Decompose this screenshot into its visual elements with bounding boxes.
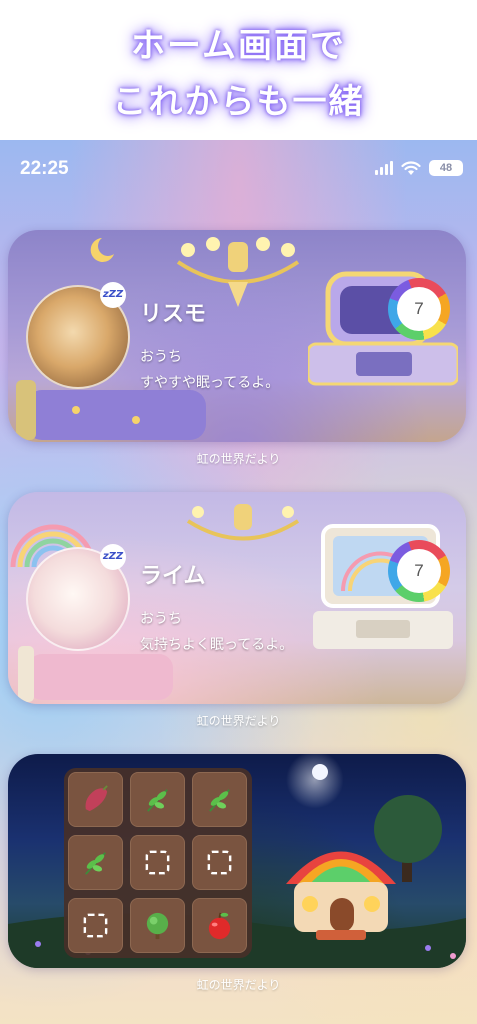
pet-status: すやすや眠ってるよ。 — [140, 375, 280, 391]
inventory-slot[interactable] — [68, 898, 123, 953]
empty-slot-icon — [83, 913, 108, 938]
status-time: 22:25 — [20, 158, 69, 179]
widget-caption: 虹の世界だより — [196, 978, 281, 992]
moon-icon — [312, 764, 328, 780]
widget-caption: 虹の世界だより — [196, 714, 281, 728]
home-screen: 22:25 48 zZZ リスモ おうち すやすや眠ってるよ。 7 虹の世界だよ… — [0, 140, 477, 1024]
pet-location: おうち — [140, 349, 182, 365]
leaf-icon — [85, 852, 106, 875]
inventory-slot[interactable] — [68, 772, 123, 827]
battery-indicator: 48 — [429, 160, 463, 176]
inventory-slot[interactable] — [130, 898, 185, 953]
pet-widget-1[interactable]: zZZ リスモ おうち すやすや眠ってるよ。 7 — [8, 230, 466, 442]
status-indicators: 48 — [375, 160, 463, 176]
apple-icon — [208, 912, 231, 940]
inventory-slot[interactable] — [68, 835, 123, 890]
level-value: 7 — [397, 287, 441, 331]
inventory-slot[interactable] — [130, 835, 185, 890]
promo-title-line-2: これからも一緒 — [112, 82, 365, 122]
inventory-widget[interactable] — [8, 754, 466, 968]
sleeping-badge-icon: zZZ — [100, 282, 126, 308]
pet-widget-2[interactable]: zZZ ライム おうち 気持ちよく眠ってるよ。 7 — [8, 492, 466, 704]
promo-title-line-1: ホーム画面で — [131, 26, 346, 66]
wifi-icon — [401, 160, 421, 175]
leaf-icon — [209, 789, 230, 812]
tree-icon — [146, 912, 169, 940]
inventory-slot[interactable] — [192, 772, 247, 827]
rainbow-house-icon — [286, 851, 396, 940]
moon-icon — [90, 238, 114, 262]
level-value: 7 — [397, 549, 441, 593]
inventory-slot[interactable] — [192, 898, 247, 953]
inventory-grid — [64, 768, 252, 958]
pet-status: 気持ちよく眠ってるよ。 — [140, 637, 294, 653]
empty-slot-icon — [207, 850, 232, 875]
sleeping-badge-icon: zZZ — [100, 544, 126, 570]
empty-slot-icon — [145, 850, 170, 875]
pet-location: おうち — [140, 611, 182, 627]
leaf-icon — [147, 789, 168, 812]
widget-caption: 虹の世界だより — [196, 452, 281, 466]
pet-name: リスモ — [140, 302, 207, 327]
inventory-slot[interactable] — [192, 835, 247, 890]
level-ring: 7 — [388, 278, 450, 340]
inventory-slot[interactable] — [130, 772, 185, 827]
cellular-signal-icon — [375, 161, 393, 175]
pet-name: ライム — [140, 564, 206, 589]
level-ring: 7 — [388, 540, 450, 602]
promo-header: ホーム画面で これからも一緒 — [0, 0, 477, 140]
sweet-potato-icon — [85, 785, 108, 812]
chandelier-icon — [186, 504, 300, 541]
